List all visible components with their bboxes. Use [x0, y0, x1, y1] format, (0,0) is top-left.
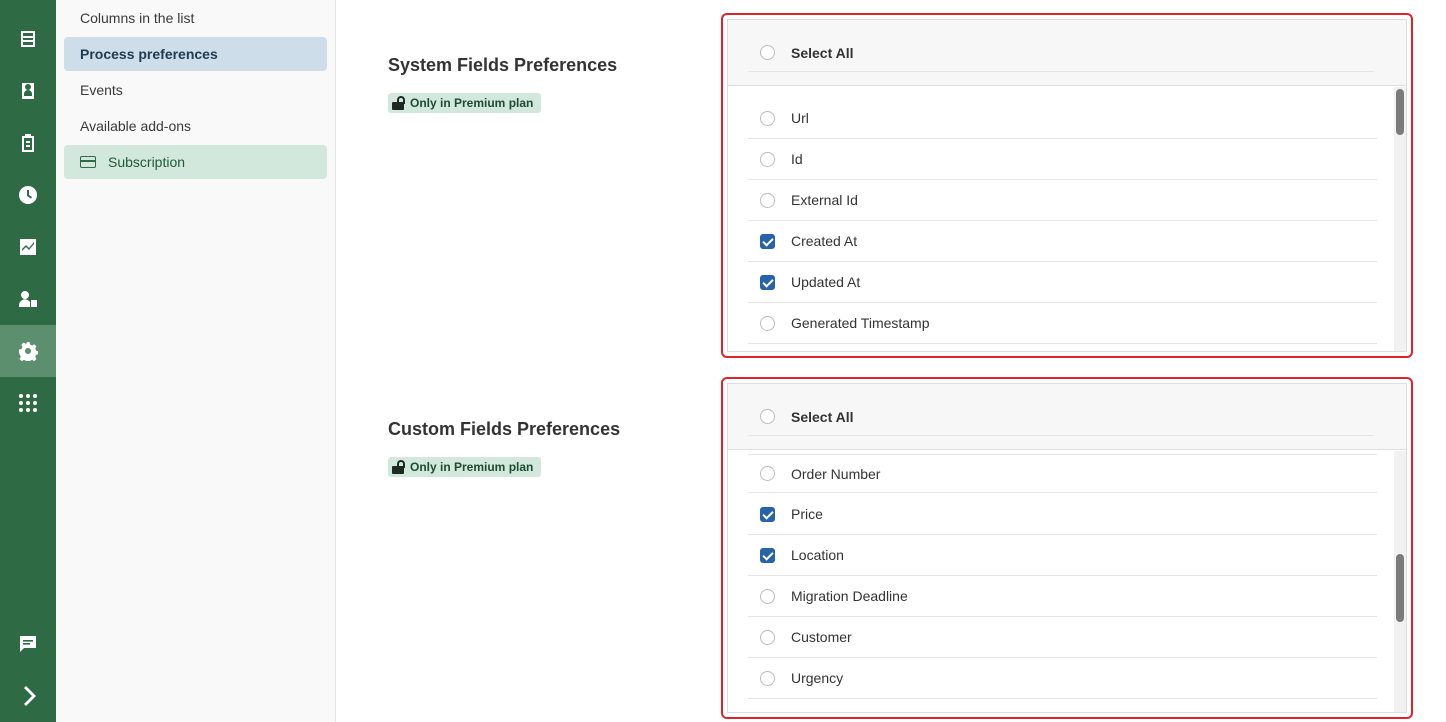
premium-badge: Only in Premium plan — [388, 93, 542, 113]
chart-icon — [20, 239, 36, 255]
list-item[interactable]: Updated At — [748, 262, 1377, 303]
list-item[interactable]: Location — [748, 535, 1377, 576]
contacts-icon — [22, 83, 34, 99]
item-checkbox[interactable] — [760, 670, 775, 686]
clipboard-icon — [22, 134, 34, 152]
panel-header: Select All — [728, 20, 1406, 86]
user-lock-icon — [19, 291, 37, 307]
scrollbar-track[interactable] — [1394, 451, 1406, 712]
select-all-label: Select All — [791, 408, 854, 425]
settings-sidebar: Columns in the list Process preferences … — [56, 0, 336, 722]
system-fields-list[interactable]: Url Id External Id Created At Updated At… — [728, 87, 1406, 351]
rail-chat[interactable] — [0, 618, 56, 670]
item-checkbox[interactable] — [760, 110, 775, 126]
item-checkbox-checked[interactable] — [760, 506, 775, 522]
premium-badge-label: Only in Premium plan — [410, 460, 534, 474]
rail-apps[interactable] — [0, 377, 56, 429]
chat-icon — [20, 636, 36, 652]
sidebar-item-label: Subscription — [108, 154, 186, 170]
sidebar-item-label: Process preferences — [80, 46, 218, 62]
premium-badge: Only in Premium plan — [388, 457, 542, 477]
list-item[interactable]: Created At — [748, 221, 1377, 262]
panel-header: Select All — [728, 384, 1406, 450]
premium-badge-label: Only in Premium plan — [410, 96, 534, 110]
list-item[interactable]: Url — [748, 98, 1377, 139]
list-item[interactable]: Customer — [748, 617, 1377, 658]
system-fields-title: System Fields Preferences — [388, 55, 618, 75]
sidebar-item-events[interactable]: Events — [64, 73, 327, 107]
item-checkbox-checked[interactable] — [760, 233, 775, 249]
apps-grid-icon — [19, 394, 37, 412]
rail-settings[interactable] — [0, 325, 56, 377]
credit-card-icon — [80, 156, 96, 168]
sidebar-item-add-ons[interactable]: Available add-ons — [64, 109, 327, 143]
main-content: System Fields Preferences Only in Premiu… — [336, 0, 1446, 722]
rail-chart[interactable] — [0, 221, 56, 273]
item-checkbox-checked[interactable] — [760, 547, 775, 563]
sidebar-item-process-preferences[interactable]: Process preferences — [64, 37, 327, 71]
chevron-right-icon — [24, 686, 36, 706]
sidebar-item-label: Available add-ons — [80, 118, 192, 134]
rail-clipboard[interactable] — [0, 117, 56, 169]
select-all-checkbox[interactable] — [760, 409, 775, 424]
sidebar-item-label: Events — [80, 82, 123, 98]
list-item[interactable]: Id — [748, 139, 1377, 180]
lock-icon — [392, 96, 405, 110]
item-checkbox-checked[interactable] — [760, 274, 775, 290]
list-item[interactable]: Migration Deadline — [748, 576, 1377, 617]
rail-clock[interactable] — [0, 169, 56, 221]
scrollbar-track[interactable] — [1394, 87, 1406, 351]
custom-fields-title: Custom Fields Preferences — [388, 419, 621, 439]
item-checkbox[interactable] — [760, 629, 775, 645]
icon-rail — [0, 0, 56, 722]
sidebar-item-label: Columns in the list — [80, 10, 195, 26]
rail-inbox[interactable] — [0, 13, 56, 65]
custom-fields-panel: Select All Order Number Price Location M… — [721, 377, 1413, 719]
scrollbar-thumb[interactable] — [1396, 89, 1404, 135]
list-item[interactable]: Generated Timestamp — [748, 303, 1377, 344]
select-all-row[interactable]: Select All — [748, 34, 1374, 72]
app-root: Columns in the list Process preferences … — [0, 0, 1446, 722]
scrollbar-thumb[interactable] — [1396, 554, 1404, 622]
select-all-row[interactable]: Select All — [748, 398, 1374, 436]
item-checkbox[interactable] — [760, 192, 775, 208]
list-item[interactable]: Price — [748, 494, 1377, 535]
select-all-label: Select All — [791, 44, 854, 61]
rail-expand[interactable] — [0, 670, 56, 722]
inbox-icon — [21, 31, 35, 47]
rail-user-lock[interactable] — [0, 273, 56, 325]
rail-contacts[interactable] — [0, 65, 56, 117]
sidebar-item-columns[interactable]: Columns in the list — [64, 1, 327, 35]
item-checkbox[interactable] — [760, 588, 775, 604]
list-item[interactable]: External Id — [748, 180, 1377, 221]
system-fields-panel: Select All Url Id External Id Created At… — [721, 13, 1413, 358]
list-item[interactable]: Order Number — [748, 454, 1377, 493]
custom-fields-list[interactable]: Order Number Price Location Migration De… — [728, 451, 1406, 712]
item-checkbox[interactable] — [760, 151, 775, 167]
select-all-checkbox[interactable] — [760, 45, 775, 60]
item-checkbox[interactable] — [760, 315, 775, 331]
sidebar-item-subscription[interactable]: Subscription — [64, 145, 327, 179]
item-checkbox[interactable] — [760, 466, 775, 481]
lock-icon — [392, 460, 405, 474]
gear-icon — [19, 342, 38, 361]
list-item[interactable]: Urgency — [748, 658, 1377, 699]
clock-icon — [19, 186, 38, 204]
